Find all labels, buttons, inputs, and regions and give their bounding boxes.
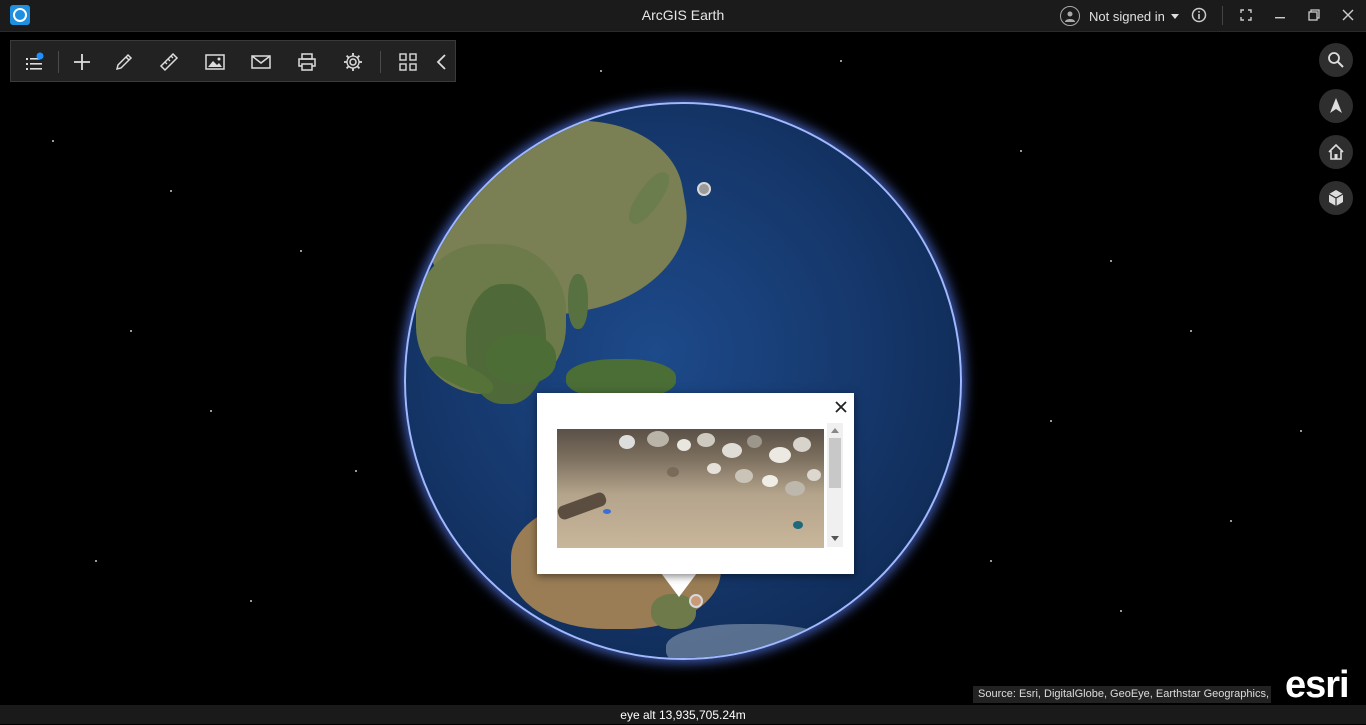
- print-icon: [298, 53, 316, 71]
- add-button[interactable]: [69, 49, 95, 75]
- scroll-thumb[interactable]: [829, 438, 841, 488]
- home-icon: [1328, 143, 1344, 160]
- draw-icon: [115, 53, 133, 71]
- view-3d-button[interactable]: [1319, 181, 1353, 215]
- main-toolbar: [10, 40, 456, 82]
- landmass: [568, 274, 588, 329]
- add-icon: [74, 54, 90, 70]
- user-label: Not signed in: [1089, 8, 1165, 24]
- gear-icon: [344, 53, 362, 71]
- mail-button[interactable]: [248, 49, 274, 75]
- layers-button[interactable]: [22, 49, 48, 75]
- chevron-left-icon: [436, 54, 446, 70]
- esri-logo: esri: [1285, 664, 1350, 706]
- scroll-up-arrow-icon[interactable]: [831, 428, 839, 433]
- search-icon: [1328, 52, 1344, 68]
- search-button[interactable]: [1319, 43, 1353, 77]
- restore-icon[interactable]: [1306, 7, 1322, 23]
- divider: [1222, 6, 1223, 25]
- beach-debris-photo: [557, 429, 824, 548]
- mail-icon: [251, 55, 271, 69]
- measure-icon: [159, 52, 179, 72]
- attribution-text[interactable]: Source: Esri, DigitalGlobe, GeoEye, Eart…: [973, 686, 1271, 703]
- close-window-icon[interactable]: [1340, 7, 1356, 23]
- popup-pointer: [661, 573, 697, 597]
- draw-button[interactable]: [111, 49, 137, 75]
- divider: [58, 51, 59, 73]
- layers-icon: [26, 52, 44, 70]
- info-icon[interactable]: [1191, 7, 1207, 23]
- grid-icon: [399, 53, 417, 71]
- print-button[interactable]: [294, 49, 320, 75]
- divider: [380, 51, 381, 73]
- landmass: [486, 334, 556, 384]
- user-icon: [1060, 6, 1080, 26]
- 3d-cube-icon: [1328, 190, 1344, 206]
- minimize-icon[interactable]: [1272, 7, 1288, 23]
- measure-button[interactable]: [156, 49, 182, 75]
- apps-button[interactable]: [395, 49, 421, 75]
- collapse-toolbar-button[interactable]: [429, 49, 455, 75]
- scroll-down-arrow-icon[interactable]: [831, 536, 839, 541]
- title-bar: ArcGIS Earth Not signed in: [0, 0, 1366, 32]
- fullscreen-icon[interactable]: [1238, 7, 1254, 23]
- status-bar: eye alt 13,935,705.24m: [0, 705, 1366, 724]
- image-icon: [205, 54, 225, 70]
- north-arrow-icon: [1330, 98, 1342, 113]
- popup-scrollbar[interactable]: [827, 423, 843, 547]
- user-menu[interactable]: Not signed in: [1060, 4, 1179, 28]
- eye-altitude-readout: eye alt 13,935,705.24m: [620, 708, 746, 722]
- map-pin-japan[interactable]: [697, 182, 711, 196]
- home-button[interactable]: [1319, 135, 1353, 169]
- north-button[interactable]: [1319, 89, 1353, 123]
- image-button[interactable]: [202, 49, 228, 75]
- landmass: [666, 624, 836, 658]
- close-icon[interactable]: [833, 399, 849, 415]
- settings-button[interactable]: [340, 49, 366, 75]
- feature-popup: [537, 393, 854, 574]
- chevron-down-icon: [1170, 13, 1179, 19]
